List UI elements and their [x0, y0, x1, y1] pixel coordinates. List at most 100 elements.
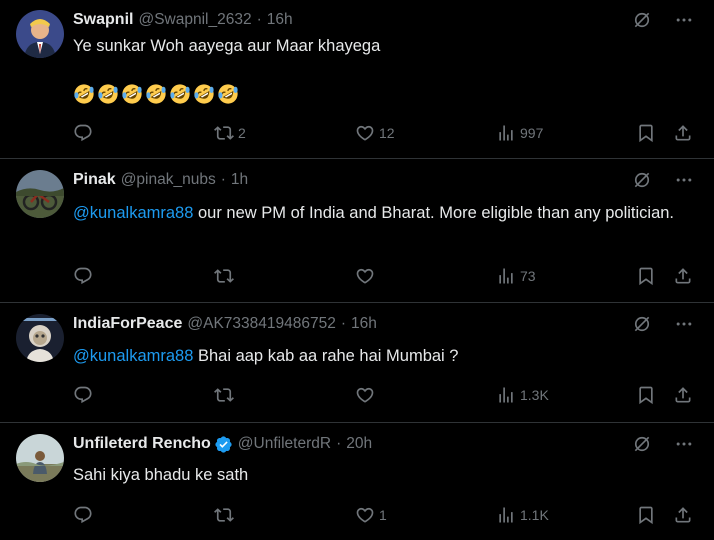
- repost-count: 2: [238, 125, 246, 141]
- more-icon[interactable]: [674, 170, 694, 190]
- tweet-text-content: Bhai aap kab aa rahe hai Mumbai ?: [193, 347, 459, 365]
- user-handle[interactable]: @AK7338419486752: [187, 313, 335, 335]
- repost-button[interactable]: 2: [214, 121, 246, 145]
- grok-icon[interactable]: [632, 10, 652, 30]
- tweet-text: Sahi kiya bhadu ke sath: [73, 462, 690, 488]
- reply-button[interactable]: [73, 503, 97, 527]
- timestamp[interactable]: 1h: [231, 169, 248, 191]
- display-name[interactable]: IndiaForPeace: [73, 313, 182, 335]
- grok-icon[interactable]: [632, 434, 652, 454]
- reply-icon: [73, 505, 93, 525]
- separator: ·: [256, 11, 262, 28]
- views-button[interactable]: 73: [496, 264, 536, 288]
- tweet-text: @kunalkamra88 our new PM of India and Bh…: [73, 200, 690, 226]
- bookmark-button[interactable]: [636, 121, 656, 145]
- display-name[interactable]: Swapnil: [73, 9, 133, 31]
- tweet-top-actions: [632, 170, 694, 190]
- tweet[interactable]: Swapnil @Swapnil_2632 · 16h Ye sunkar Wo…: [0, 0, 714, 159]
- rofl-emoji-icon: [121, 83, 143, 105]
- like-button[interactable]: 1: [355, 503, 387, 527]
- user-handle[interactable]: @Swapnil_2632: [138, 9, 251, 31]
- tweet-header: Pinak @pinak_nubs · 1h: [73, 169, 624, 191]
- bookmark-icon: [636, 266, 656, 286]
- rofl-emoji-icon: [73, 83, 95, 105]
- more-icon[interactable]: [674, 434, 694, 454]
- repost-button[interactable]: [214, 383, 238, 407]
- reply-button[interactable]: [73, 121, 97, 145]
- display-name[interactable]: Unfileterd Rencho: [73, 433, 211, 455]
- tweet[interactable]: Pinak @pinak_nubs · 1h @kunalkamra88 our…: [0, 160, 714, 303]
- like-icon: [355, 123, 375, 143]
- bookmark-button[interactable]: [636, 264, 656, 288]
- separator: ·: [220, 171, 226, 188]
- mention-link[interactable]: @kunalkamra88: [73, 347, 193, 365]
- rofl-emoji-icon: [145, 83, 167, 105]
- grok-icon[interactable]: [632, 170, 652, 190]
- bookmark-icon: [636, 505, 656, 525]
- tweet-text-content: our new PM of India and Bharat. More eli…: [193, 204, 675, 222]
- emoji-row: [73, 83, 690, 105]
- reply-feed: Swapnil @Swapnil_2632 · 16h Ye sunkar Wo…: [0, 0, 714, 540]
- tweet[interactable]: IndiaForPeace @AK7338419486752 · 16h @ku…: [0, 304, 714, 423]
- tweet-text: @kunalkamra88 Bhai aap kab aa rahe hai M…: [73, 343, 690, 369]
- share-button[interactable]: [673, 383, 693, 407]
- tweet-top-actions: [632, 314, 694, 334]
- bookmark-button[interactable]: [636, 383, 656, 407]
- rofl-emoji-icon: [193, 83, 215, 105]
- like-icon: [355, 505, 375, 525]
- tweet-header: Swapnil @Swapnil_2632 · 16h: [73, 9, 624, 31]
- timestamp[interactable]: 20h: [346, 433, 372, 455]
- views-button[interactable]: 1.1K: [496, 503, 549, 527]
- bookmark-icon: [636, 123, 656, 143]
- timestamp[interactable]: 16h: [351, 313, 377, 335]
- verified-badge-icon: [214, 435, 233, 454]
- user-handle[interactable]: @pinak_nubs: [121, 169, 216, 191]
- more-icon[interactable]: [674, 314, 694, 334]
- mention-link[interactable]: @kunalkamra88: [73, 204, 193, 222]
- grok-icon[interactable]: [632, 314, 652, 334]
- bookmark-button[interactable]: [636, 503, 656, 527]
- like-count: 12: [379, 125, 395, 141]
- like-button[interactable]: [355, 383, 379, 407]
- repost-icon: [214, 385, 234, 405]
- views-icon: [496, 123, 516, 143]
- tweet-text-content: Sahi kiya bhadu ke sath: [73, 466, 249, 484]
- tweet[interactable]: Unfileterd Rencho @UnfileterdR · 20h Sah…: [0, 424, 714, 540]
- avatar[interactable]: [16, 10, 64, 58]
- views-icon: [496, 505, 516, 525]
- avatar[interactable]: [16, 314, 64, 362]
- like-button[interactable]: 12: [355, 121, 395, 145]
- repost-icon: [214, 505, 234, 525]
- rofl-emoji-icon: [97, 83, 119, 105]
- tweet-header: IndiaForPeace @AK7338419486752 · 16h: [73, 313, 624, 335]
- tweet-top-actions: [632, 10, 694, 30]
- separator: ·: [340, 315, 347, 332]
- reply-button[interactable]: [73, 264, 97, 288]
- like-icon: [355, 385, 375, 405]
- repost-button[interactable]: [214, 264, 238, 288]
- display-name[interactable]: Pinak: [73, 169, 116, 191]
- repost-icon: [214, 266, 234, 286]
- views-button[interactable]: 1.3K: [496, 383, 549, 407]
- tweet-text-line: Ye sunkar Woh aayega aur Maar khayega: [73, 37, 381, 55]
- avatar[interactable]: [16, 434, 64, 482]
- repost-button[interactable]: [214, 503, 238, 527]
- share-button[interactable]: [673, 503, 693, 527]
- like-count: 1: [379, 507, 387, 523]
- like-button[interactable]: [355, 264, 379, 288]
- views-count: 1.3K: [520, 387, 549, 403]
- rofl-emoji-icon: [217, 83, 239, 105]
- share-button[interactable]: [673, 264, 693, 288]
- reply-button[interactable]: [73, 383, 97, 407]
- views-button[interactable]: 997: [496, 121, 543, 145]
- user-handle[interactable]: @UnfileterdR: [238, 433, 331, 455]
- share-button[interactable]: [673, 121, 693, 145]
- repost-icon: [214, 123, 234, 143]
- rofl-emoji-icon: [169, 83, 191, 105]
- more-icon[interactable]: [674, 10, 694, 30]
- reply-icon: [73, 266, 93, 286]
- avatar[interactable]: [16, 170, 64, 218]
- timestamp[interactable]: 16h: [267, 9, 293, 31]
- like-icon: [355, 266, 375, 286]
- action-bar: 2 12 997: [73, 121, 698, 145]
